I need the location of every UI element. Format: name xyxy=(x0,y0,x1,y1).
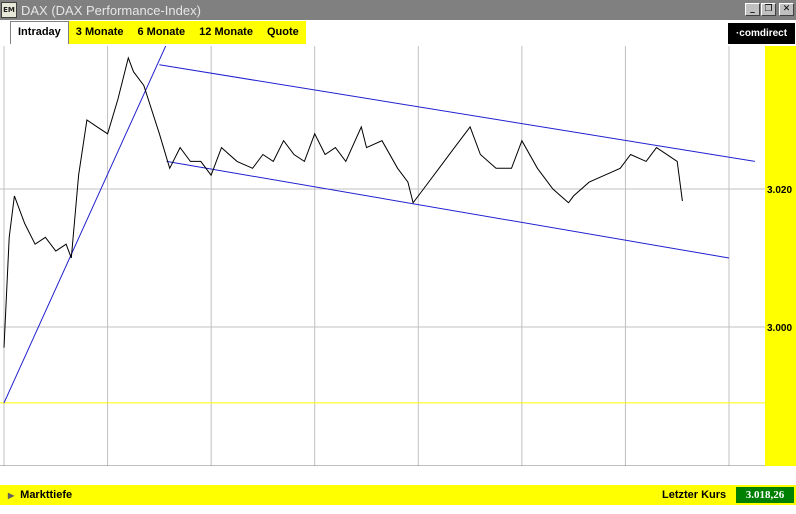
tab-quote[interactable]: Quote xyxy=(260,21,306,44)
tab-6-monate[interactable]: 6 Monate xyxy=(130,21,192,44)
tab-intraday[interactable]: Intraday xyxy=(10,21,69,44)
tab-bar: Intraday 3 Monate 6 Monate 12 Monate Quo… xyxy=(0,20,796,46)
y-tick-label: 3.000 xyxy=(767,323,792,334)
last-price-value: 3.018,26 xyxy=(736,487,794,503)
restore-button[interactable]: ❐ xyxy=(761,3,776,16)
comdirect-logo: ·comdirect xyxy=(728,23,795,44)
trendline-1 xyxy=(159,64,755,162)
price-series-line xyxy=(3,56,683,348)
minimize-button[interactable]: _ xyxy=(745,3,760,16)
footer-bar: ▶ Markttiefe Letzter Kurs 3.018,26 xyxy=(0,485,796,505)
window-title-bar[interactable]: EM DAX (DAX Performance-Index) _ ❐ ✕ xyxy=(0,0,796,20)
y-axis-panel xyxy=(765,46,796,466)
market-depth-link[interactable]: ▶ Markttiefe xyxy=(8,485,72,506)
trendlines xyxy=(3,30,755,404)
window-title: DAX (DAX Performance-Index) xyxy=(21,2,201,18)
close-button[interactable]: ✕ xyxy=(779,3,794,16)
trendline-0 xyxy=(3,30,174,404)
trendline-2 xyxy=(166,160,730,259)
tab-12-monate[interactable]: 12 Monate xyxy=(192,21,260,44)
app-icon: EM xyxy=(1,2,17,18)
price-chart: 3.0203.000 910111213141516 xyxy=(0,30,796,485)
market-depth-label: Markttiefe xyxy=(20,489,73,501)
expand-arrow-icon: ▶ xyxy=(8,491,15,500)
last-price-label: Letzter Kurs xyxy=(662,489,727,501)
chart-area: 3.0203.000 910111213141516 xyxy=(0,30,796,485)
y-tick-label: 3.020 xyxy=(767,185,792,196)
tab-3-monate[interactable]: 3 Monate xyxy=(69,21,131,44)
